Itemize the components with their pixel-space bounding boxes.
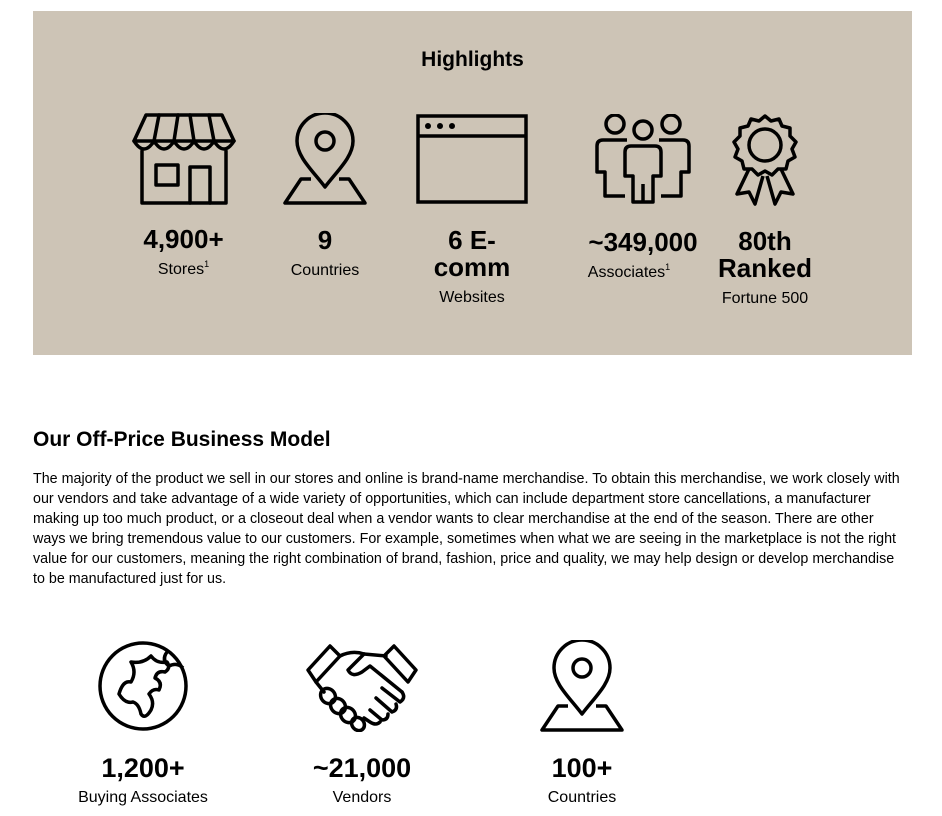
stat-countries-label: Countries [290, 262, 360, 279]
section-title: Our Off-Price Business Model [33, 428, 331, 451]
award-ribbon-icon [732, 114, 798, 206]
stat-countries-bottom-label: Countries [547, 789, 617, 806]
highlights-title: Highlights [421, 48, 524, 71]
stat-stores: 4,900+ Stores1 [121, 111, 246, 279]
stat-ecomm-value: 6 E- comm [433, 225, 511, 282]
stat-buying-associates-value: 1,200+ [101, 753, 185, 783]
stat-countries-bottom-value: 100+ [551, 753, 613, 783]
stat-ecomm: 6 E- comm Websites [409, 114, 535, 307]
map-pin-icon [283, 113, 367, 205]
stat-associates-value: ~349,000 [588, 227, 698, 257]
footnote-marker: 1 [204, 259, 210, 269]
globe-icon [98, 641, 188, 731]
stat-associates-label: Associates1 [587, 262, 671, 281]
people-group-icon [595, 114, 691, 204]
stat-fortune: 80th Ranked Fortune 500 [705, 114, 825, 308]
stat-fortune-value: 80th Ranked [718, 226, 812, 283]
stat-countries: 9 Countries [269, 113, 381, 280]
browser-window-icon [416, 114, 528, 204]
footnote-marker: 1 [665, 262, 671, 272]
stat-buying-associates-label: Buying Associates [78, 789, 208, 806]
stat-ecomm-label: Websites [439, 289, 505, 306]
stat-fortune-label: Fortune 500 [721, 290, 809, 307]
handshake-icon [306, 644, 418, 732]
stat-buying-associates: 1,200+ Buying Associates [60, 640, 226, 807]
stat-stores-label: Stores1 [157, 259, 210, 278]
highlights-panel: Highlights 4,900+ Stores1 9 Countries 6 … [33, 11, 912, 355]
storefront-icon [131, 113, 236, 205]
stat-countries-value: 9 [317, 225, 333, 255]
stat-associates: ~349,000 Associates1 [558, 114, 728, 282]
map-pin-icon [540, 640, 624, 732]
stat-countries-bottom: 100+ Countries [527, 640, 637, 807]
stat-vendors: ~21,000 Vendors [287, 640, 437, 807]
stat-vendors-value: ~21,000 [312, 753, 412, 783]
stat-vendors-label: Vendors [332, 789, 392, 806]
business-model-paragraph: The majority of the product we sell in o… [33, 471, 900, 587]
stat-stores-value: 4,900+ [143, 224, 224, 254]
